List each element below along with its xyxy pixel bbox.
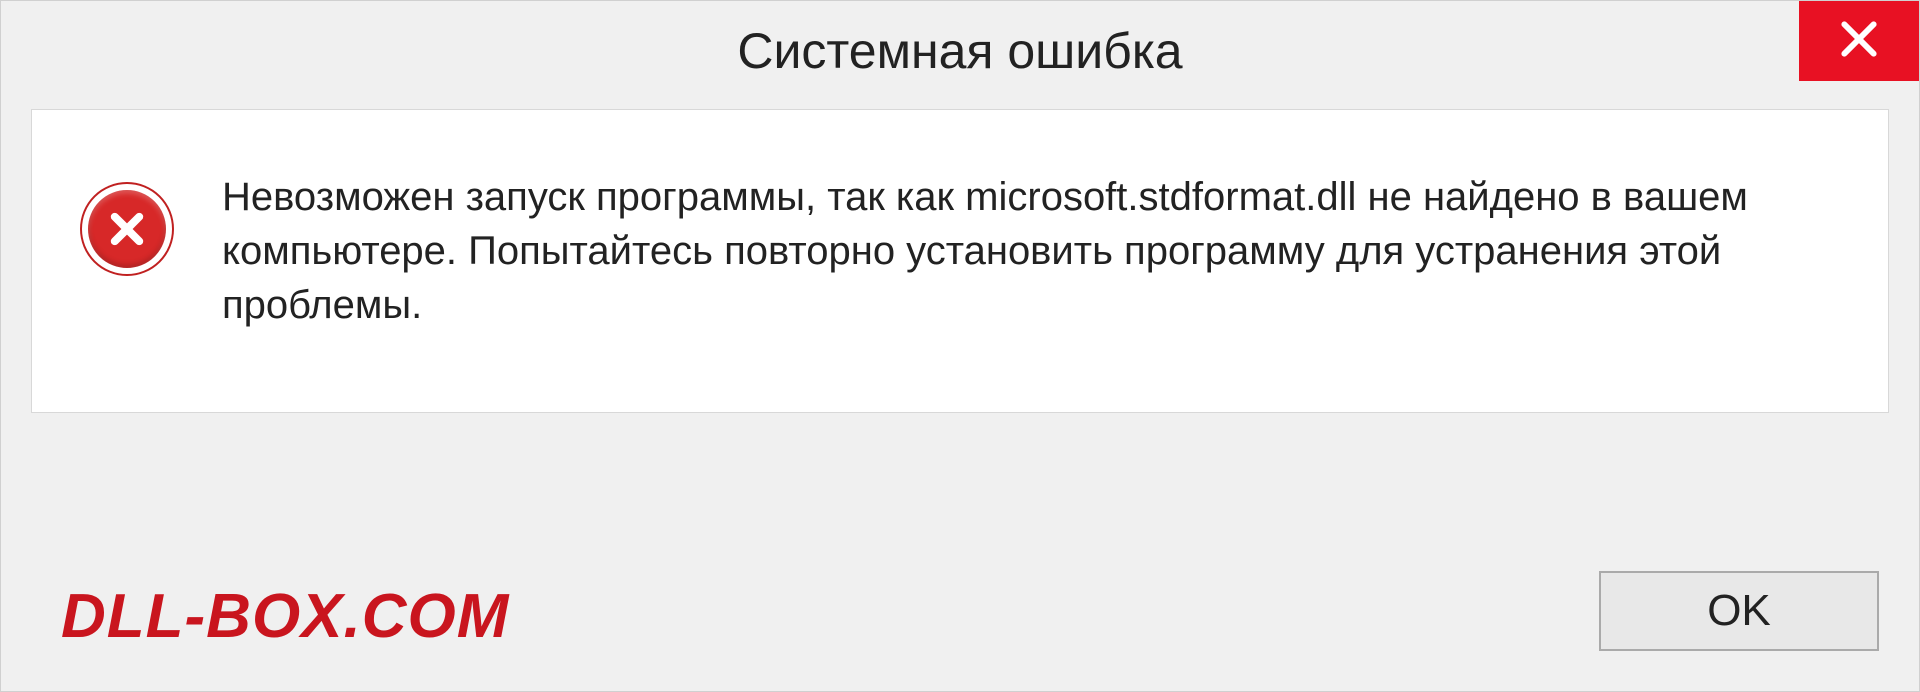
close-icon [1837, 17, 1881, 66]
error-message: Невозможен запуск программы, так как mic… [222, 170, 1838, 332]
error-dialog: Системная ошибка Невозможен запуск прогр… [0, 0, 1920, 692]
error-icon [82, 184, 172, 274]
content-panel: Невозможен запуск программы, так как mic… [31, 109, 1889, 413]
footer: DLL-BOX.COM OK [1, 541, 1919, 691]
close-button[interactable] [1799, 1, 1919, 81]
dialog-title: Системная ошибка [737, 22, 1182, 80]
ok-button-label: OK [1707, 586, 1771, 636]
watermark-text: DLL-BOX.COM [61, 581, 509, 652]
titlebar: Системная ошибка [1, 1, 1919, 101]
ok-button[interactable]: OK [1599, 571, 1879, 651]
